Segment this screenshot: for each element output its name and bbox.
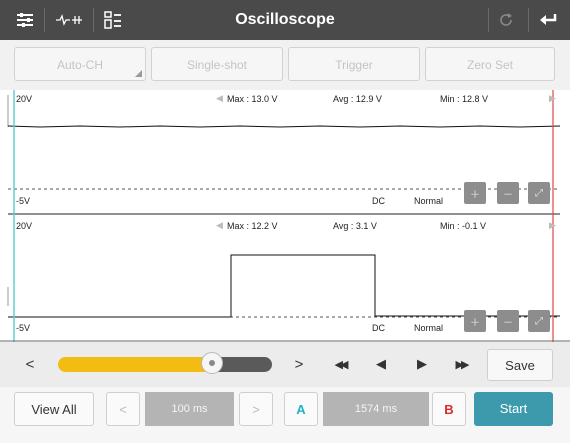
page-title: Oscilloscope [235, 11, 335, 28]
channel-1-waveform [7, 125, 561, 128]
waveform-canvas [0, 90, 570, 342]
ch1-coupling: DC [372, 196, 385, 206]
timebase-increase-button[interactable]: > [239, 392, 273, 426]
dropdown-corner-icon [135, 70, 142, 77]
ch2-min: Min : -0.1 V [440, 221, 487, 231]
ch2-zoom-out-icon[interactable]: － [497, 310, 519, 332]
ch1-avg: Avg : 12.9 V [333, 94, 382, 104]
fast-forward-icon[interactable]: ▶▶ [448, 350, 474, 378]
waveform-adjust-icon[interactable] [52, 6, 86, 34]
playback-bar: < > ◀◀ ◀ ▶ ▶▶ Save [0, 342, 570, 387]
auto-ch-button[interactable]: Auto-CH [14, 47, 146, 81]
save-button[interactable]: Save [487, 349, 553, 381]
ch2-max: Max : 12.2 V [227, 221, 278, 231]
toolbar-divider [488, 8, 489, 32]
cursor-delta-value: 1574 ms [323, 392, 429, 426]
ch2-mode: Normal [414, 323, 444, 333]
slider-knob[interactable] [201, 352, 224, 374]
back-arrow-icon[interactable] [535, 6, 561, 34]
ch2-coupling: DC [372, 323, 385, 333]
timebase-decrease-button[interactable]: < [106, 392, 140, 426]
ch1-scale-bottom: -5V [16, 196, 31, 206]
ch1-mode: Normal [414, 196, 444, 206]
view-all-button[interactable]: View All [14, 392, 94, 426]
refresh-icon[interactable] [493, 6, 519, 34]
sliders-icon[interactable] [12, 6, 38, 34]
auto-ch-label: Auto-CH [56, 58, 103, 72]
ch1-fullscreen-icon[interactable]: ⤢ [528, 182, 550, 204]
timebase-value: 100 ms [145, 392, 234, 426]
ch2-left-arrow-icon: ◀ [216, 220, 223, 230]
toolbar-divider [93, 8, 94, 32]
toolbar-divider [528, 8, 529, 32]
ch2-avg: Avg : 3.1 V [333, 221, 377, 231]
ch1-right-arrow-icon: ▶ [549, 93, 556, 103]
cursor-b-button[interactable]: B [432, 392, 466, 426]
mode-bar: Auto-CH Single-shot Trigger Zero Set [0, 40, 570, 90]
single-shot-button[interactable]: Single-shot [151, 47, 283, 81]
layout-list-icon[interactable] [100, 6, 126, 34]
ch1-max: Max : 13.0 V [227, 94, 278, 104]
ch1-zoom-out-icon[interactable]: － [497, 182, 519, 204]
title-bar: Oscilloscope [0, 0, 570, 40]
slider-prev-button[interactable]: < [17, 350, 43, 378]
ch2-right-arrow-icon: ▶ [549, 220, 556, 230]
ch1-left-arrow-icon: ◀ [216, 93, 223, 103]
ch2-scale-top: 20V [16, 221, 33, 231]
rewind-icon[interactable]: ◀◀ [327, 350, 353, 378]
trigger-button[interactable]: Trigger [288, 47, 420, 81]
start-button[interactable]: Start [474, 392, 553, 426]
bottom-bar: View All < 100 ms > A 1574 ms B Start [0, 387, 570, 443]
slider-next-button[interactable]: > [286, 350, 312, 378]
step-forward-icon[interactable]: ▶ [409, 350, 435, 378]
ch2-fullscreen-icon[interactable]: ⤢ [528, 310, 550, 332]
timeline-slider[interactable] [58, 357, 272, 372]
ch1-scale-top: 20V [16, 94, 33, 104]
ch2-zoom-in-icon[interactable]: ＋ [464, 310, 486, 332]
toolbar-divider [44, 8, 45, 32]
channel-2-waveform [8, 254, 560, 318]
ch1-min: Min : 12.8 V [440, 94, 489, 104]
ch1-zoom-in-icon[interactable]: ＋ [464, 182, 486, 204]
scope-display[interactable]: 20V -5V ◀ Max : 13.0 V Avg : 12.9 V Min … [0, 90, 570, 342]
ch2-scale-bottom: -5V [16, 323, 31, 333]
cursor-a-button[interactable]: A [284, 392, 318, 426]
step-back-icon[interactable]: ◀ [368, 350, 394, 378]
zero-set-button[interactable]: Zero Set [425, 47, 555, 81]
